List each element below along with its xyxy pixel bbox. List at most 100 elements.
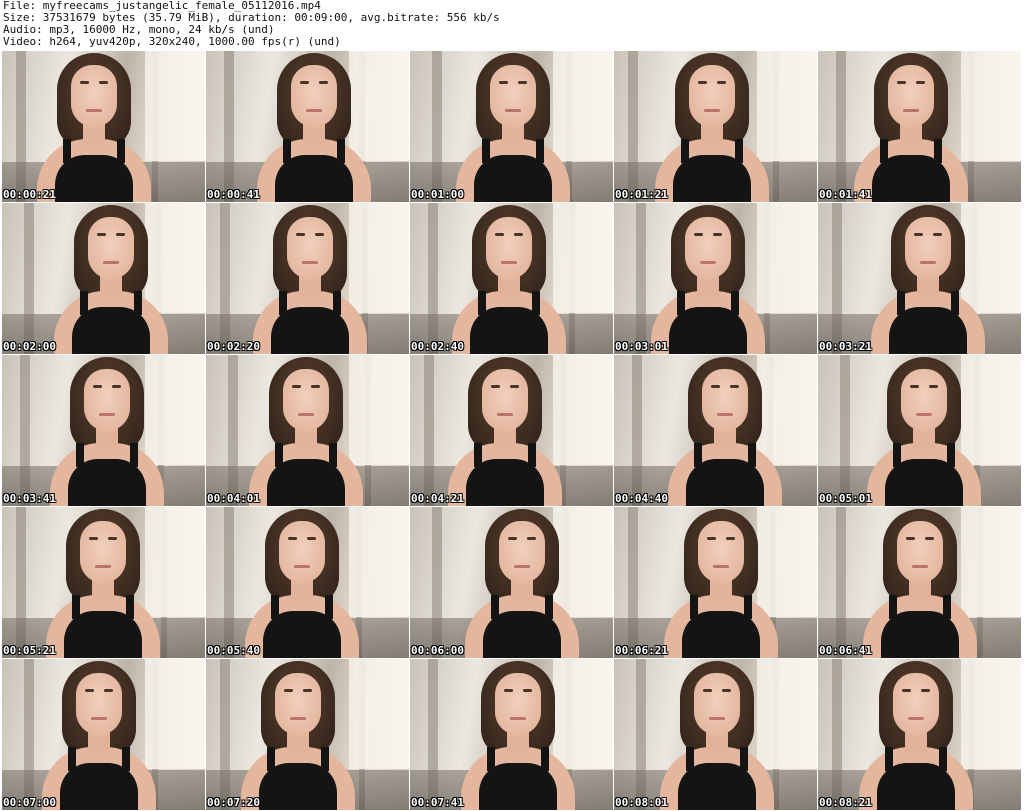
person-face <box>900 369 947 431</box>
person-face <box>489 65 536 127</box>
thumbnail-frame: 00:01:21 <box>614 51 817 202</box>
eye-icon <box>310 385 320 388</box>
black-top <box>270 307 349 354</box>
black-top <box>876 763 955 810</box>
mouth-icon <box>293 565 310 568</box>
person-face <box>498 521 545 583</box>
black-top <box>482 611 561 658</box>
eye-icon <box>92 385 102 388</box>
mouth-icon <box>907 717 924 720</box>
mouth-icon <box>708 717 725 720</box>
mouth-icon <box>301 261 318 264</box>
mouth-icon <box>102 261 119 264</box>
eye-icon <box>706 537 716 540</box>
person-face <box>75 673 122 735</box>
thumbnail-frame: 00:04:40 <box>614 355 817 506</box>
black-top <box>473 155 552 202</box>
eye-icon <box>103 689 113 692</box>
person-figure <box>249 51 379 202</box>
mouth-icon <box>305 109 322 112</box>
person-face <box>693 673 740 735</box>
eye-icon <box>725 537 735 540</box>
eye-icon <box>901 689 911 692</box>
eye-icon <box>928 385 938 388</box>
eye-icon <box>697 81 707 84</box>
black-top <box>59 763 138 810</box>
mouth-icon <box>504 109 521 112</box>
eye-icon <box>924 537 934 540</box>
eye-icon <box>909 385 919 388</box>
thumbnail-frame: 00:07:20 <box>206 659 409 810</box>
person-face <box>290 65 337 127</box>
person-figure <box>241 355 371 506</box>
person-face <box>701 369 748 431</box>
person-figure <box>245 203 375 354</box>
black-top <box>888 307 967 354</box>
eye-icon <box>507 537 517 540</box>
black-top <box>67 459 146 506</box>
person-face <box>278 521 325 583</box>
frame-timestamp: 00:06:21 <box>615 644 668 657</box>
eye-icon <box>913 233 923 236</box>
frame-timestamp: 00:02:00 <box>3 340 56 353</box>
person-figure <box>863 203 993 354</box>
person-figure <box>237 507 367 658</box>
person-figure <box>656 507 786 658</box>
eye-icon <box>490 385 500 388</box>
eye-icon <box>915 81 925 84</box>
mouth-icon <box>94 565 111 568</box>
black-top <box>63 611 142 658</box>
frame-timestamp: 00:05:21 <box>3 644 56 657</box>
mouth-icon <box>902 109 919 112</box>
person-face <box>688 65 735 127</box>
eye-icon <box>302 689 312 692</box>
person-figure <box>440 355 570 506</box>
black-top <box>262 611 341 658</box>
person-face <box>887 65 934 127</box>
black-top <box>266 459 345 506</box>
thumbnail-frame: 00:07:00 <box>2 659 205 810</box>
person-face <box>481 369 528 431</box>
eye-icon <box>517 81 527 84</box>
person-face <box>896 521 943 583</box>
frame-timestamp: 00:03:01 <box>615 340 668 353</box>
person-face <box>892 673 939 735</box>
eye-icon <box>283 689 293 692</box>
person-figure <box>233 659 363 810</box>
eye-icon <box>98 81 108 84</box>
frame-timestamp: 00:03:41 <box>3 492 56 505</box>
frame-timestamp: 00:04:01 <box>207 492 260 505</box>
frame-timestamp: 00:06:00 <box>411 644 464 657</box>
eye-icon <box>107 537 117 540</box>
eye-icon <box>509 385 519 388</box>
mouth-icon <box>716 413 733 416</box>
eye-icon <box>287 537 297 540</box>
frame-timestamp: 00:08:21 <box>819 796 872 809</box>
black-top <box>54 155 133 202</box>
person-figure <box>643 203 773 354</box>
thumbnail-frame: 00:04:21 <box>410 355 613 506</box>
eye-icon <box>693 233 703 236</box>
black-top <box>880 611 959 658</box>
thumbnail-frame: 00:07:41 <box>410 659 613 810</box>
frame-timestamp: 00:04:21 <box>411 492 464 505</box>
person-figure <box>34 659 164 810</box>
person-face <box>697 521 744 583</box>
person-figure <box>846 51 976 202</box>
person-figure <box>660 355 790 506</box>
black-top <box>478 763 557 810</box>
eye-icon <box>716 81 726 84</box>
black-top <box>465 459 544 506</box>
frame-timestamp: 00:00:41 <box>207 188 260 201</box>
eye-icon <box>522 689 532 692</box>
eye-icon <box>920 689 930 692</box>
person-face <box>274 673 321 735</box>
eye-icon <box>494 233 504 236</box>
thumbnail-frame: 00:00:21 <box>2 51 205 202</box>
mouth-icon <box>98 413 115 416</box>
black-top <box>871 155 950 202</box>
black-top <box>685 459 764 506</box>
eye-icon <box>88 537 98 540</box>
person-figure <box>29 51 159 202</box>
eye-icon <box>84 689 94 692</box>
